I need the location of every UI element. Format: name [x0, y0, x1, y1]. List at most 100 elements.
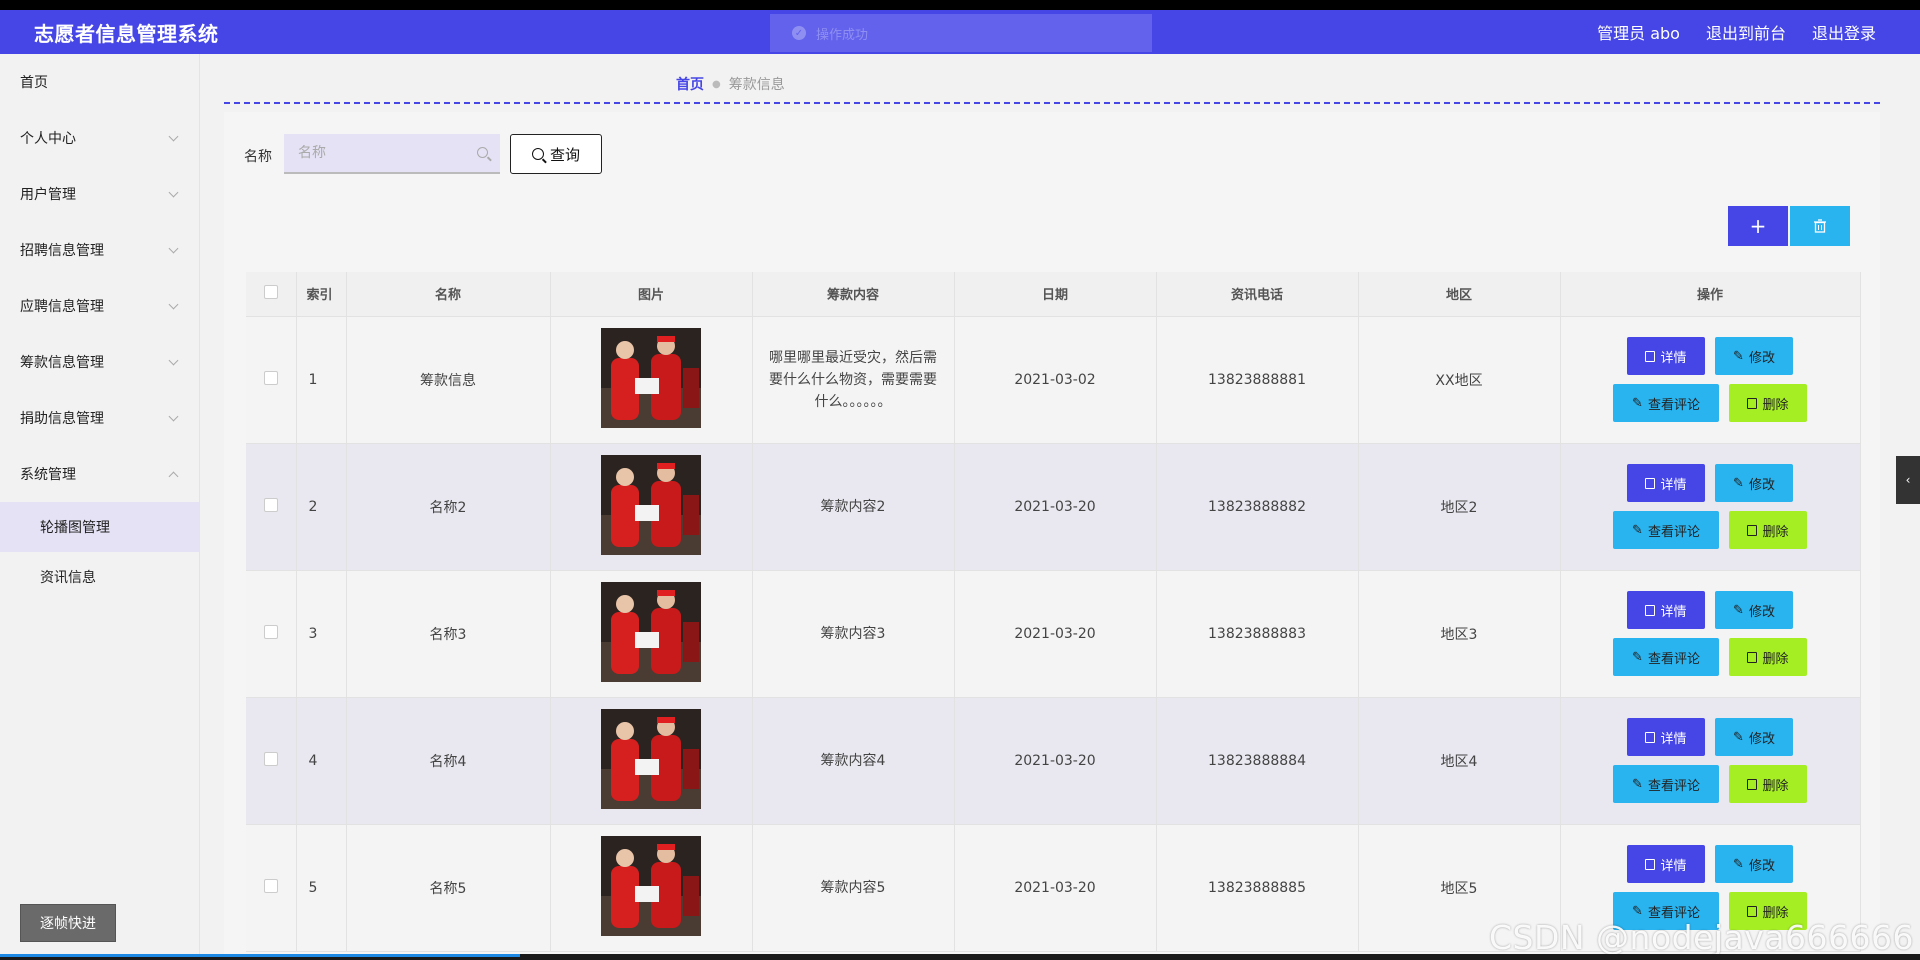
collapse-panel-toggle[interactable]: ‹ [1896, 456, 1920, 504]
row-select-cell[interactable] [246, 570, 297, 698]
edit-button[interactable]: ✎ 修改 [1715, 337, 1793, 375]
edit-button[interactable]: ✎ 修改 [1715, 464, 1793, 502]
document-icon [1645, 604, 1656, 616]
detail-button[interactable]: 详情 [1627, 591, 1705, 629]
volunteer-photo [601, 327, 701, 428]
detail-button-label: 详情 [1660, 604, 1687, 620]
chevron-down-icon [168, 187, 179, 197]
row-index: 3 [296, 570, 347, 698]
row-content: 哪里哪里最近受灾，然后需要什么什么物资，需要需要什么。。。。。。 [752, 316, 955, 444]
delete-button[interactable]: 删除 [1729, 384, 1807, 422]
video-progress-bar[interactable] [0, 954, 520, 957]
row-content: 筹款内容3 [752, 570, 955, 698]
pencil-icon: ✎ [1632, 522, 1643, 538]
row-checkbox[interactable] [263, 751, 278, 766]
delete-button[interactable]: 删除 [1729, 765, 1807, 803]
query-button-label: 查询 [549, 145, 580, 164]
edit-button[interactable]: ✎ 修改 [1715, 845, 1793, 883]
view-comments-button[interactable]: ✎ 查看评论 [1613, 384, 1719, 422]
detail-button[interactable]: 详情 [1627, 718, 1705, 756]
sidebar-item-label: 应聘信息管理 [20, 299, 104, 315]
delete-button-label: 删除 [1762, 397, 1789, 413]
detail-button-label: 详情 [1660, 731, 1687, 747]
table-row: 3 名称3 筹款内容3 2021-03-20 13823888883 地区3 详… [246, 570, 1861, 698]
detail-button[interactable]: 详情 [1627, 337, 1705, 375]
column-header: 日期 [954, 272, 1157, 317]
detail-button[interactable]: 详情 [1627, 464, 1705, 502]
row-select-cell[interactable] [246, 697, 297, 825]
exit-to-frontend-link[interactable]: 退出到前台 [1706, 20, 1786, 44]
detail-button-label: 详情 [1660, 477, 1687, 493]
view-comments-label: 查看评论 [1647, 778, 1700, 794]
sidebar-item-donations[interactable]: 捐助信息管理 [0, 390, 199, 446]
row-date: 2021-03-20 [954, 824, 1157, 952]
trash-icon [1747, 651, 1758, 663]
search-input[interactable] [298, 145, 468, 161]
sidebar-item-personal-center[interactable]: 个人中心 [0, 110, 199, 166]
frame-forward-button[interactable]: 逐帧快进 [20, 904, 116, 942]
add-button[interactable]: + [1728, 206, 1788, 246]
sidebar-subitem-label: 资讯信息 [40, 570, 96, 586]
search-icon [531, 148, 544, 160]
row-name: 筹款信息 [346, 316, 551, 444]
sidebar-subitem-carousel[interactable]: 轮播图管理 [0, 502, 199, 552]
sidebar-item-user-management[interactable]: 用户管理 [0, 166, 199, 222]
select-all-header[interactable] [246, 272, 297, 317]
sidebar-item-label: 用户管理 [20, 187, 76, 203]
sidebar-item-recruitment[interactable]: 招聘信息管理 [0, 222, 199, 278]
top-bar: 志愿者信息管理系统 ✓ 操作成功 管理员 abo 退出到前台 退出登录 [0, 10, 1920, 54]
view-comments-button[interactable]: ✎ 查看评论 [1613, 511, 1719, 549]
row-name: 名称3 [346, 570, 551, 698]
success-toast: ✓ 操作成功 [770, 14, 1152, 52]
chevron-down-icon [168, 243, 179, 253]
row-select-cell[interactable] [246, 824, 297, 952]
breadcrumb-current: 筹款信息 [728, 77, 785, 93]
sidebar-item-applications[interactable]: 应聘信息管理 [0, 278, 199, 334]
trash-icon [1814, 219, 1826, 233]
row-phone: 13823888884 [1156, 697, 1359, 825]
delete-button[interactable]: 删除 [1729, 638, 1807, 676]
select-all-checkbox[interactable] [263, 284, 278, 299]
detail-button[interactable]: 详情 [1627, 845, 1705, 883]
watermark: CSDN @nodejava666666 [1488, 918, 1914, 954]
edit-button-label: 修改 [1748, 604, 1775, 620]
breadcrumb-home[interactable]: 首页 [676, 74, 704, 94]
column-header: 资讯电话 [1156, 272, 1359, 317]
sidebar-item-home[interactable]: 首页 [0, 54, 199, 110]
sidebar-item-label: 首页 [20, 75, 48, 91]
batch-delete-button[interactable] [1790, 206, 1850, 246]
logout-link[interactable]: 退出登录 [1812, 20, 1876, 44]
view-comments-button[interactable]: ✎ 查看评论 [1613, 638, 1719, 676]
table-header-row: 索引 名称 图片 筹款内容 日期 资讯电话 地区 操作 [246, 272, 1861, 317]
main-panel: 名称 查询 + [224, 112, 1880, 954]
chevron-down-icon [168, 355, 179, 365]
sidebar-item-label: 捐助信息管理 [20, 411, 104, 427]
row-name: 名称4 [346, 697, 551, 825]
row-select-cell[interactable] [246, 443, 297, 571]
sidebar-subitem-news[interactable]: 资讯信息 [0, 552, 199, 602]
query-button[interactable]: 查询 [510, 134, 602, 174]
delete-button[interactable]: 删除 [1729, 511, 1807, 549]
row-checkbox[interactable] [263, 878, 278, 893]
row-checkbox[interactable] [263, 624, 278, 639]
edit-button[interactable]: ✎ 修改 [1715, 591, 1793, 629]
sidebar-item-label: 招聘信息管理 [20, 243, 104, 259]
row-region: XX地区 [1358, 316, 1561, 444]
column-header: 操作 [1560, 272, 1861, 317]
edit-button[interactable]: ✎ 修改 [1715, 718, 1793, 756]
pencil-icon: ✎ [1733, 348, 1744, 364]
pencil-icon: ✎ [1733, 475, 1744, 491]
row-select-cell[interactable] [246, 316, 297, 444]
row-date: 2021-03-02 [954, 316, 1157, 444]
sidebar-item-fundraising[interactable]: 筹款信息管理 [0, 334, 199, 390]
pencil-icon: ✎ [1733, 729, 1744, 745]
trash-icon [1747, 905, 1758, 917]
pencil-icon: ✎ [1632, 776, 1643, 792]
row-checkbox[interactable] [263, 497, 278, 512]
delete-button-label: 删除 [1762, 524, 1789, 540]
sidebar-item-system[interactable]: 系统管理 [0, 446, 199, 502]
view-comments-button[interactable]: ✎ 查看评论 [1613, 765, 1719, 803]
row-phone: 13823888882 [1156, 443, 1359, 571]
row-checkbox[interactable] [263, 370, 278, 385]
row-region: 地区4 [1358, 697, 1561, 825]
